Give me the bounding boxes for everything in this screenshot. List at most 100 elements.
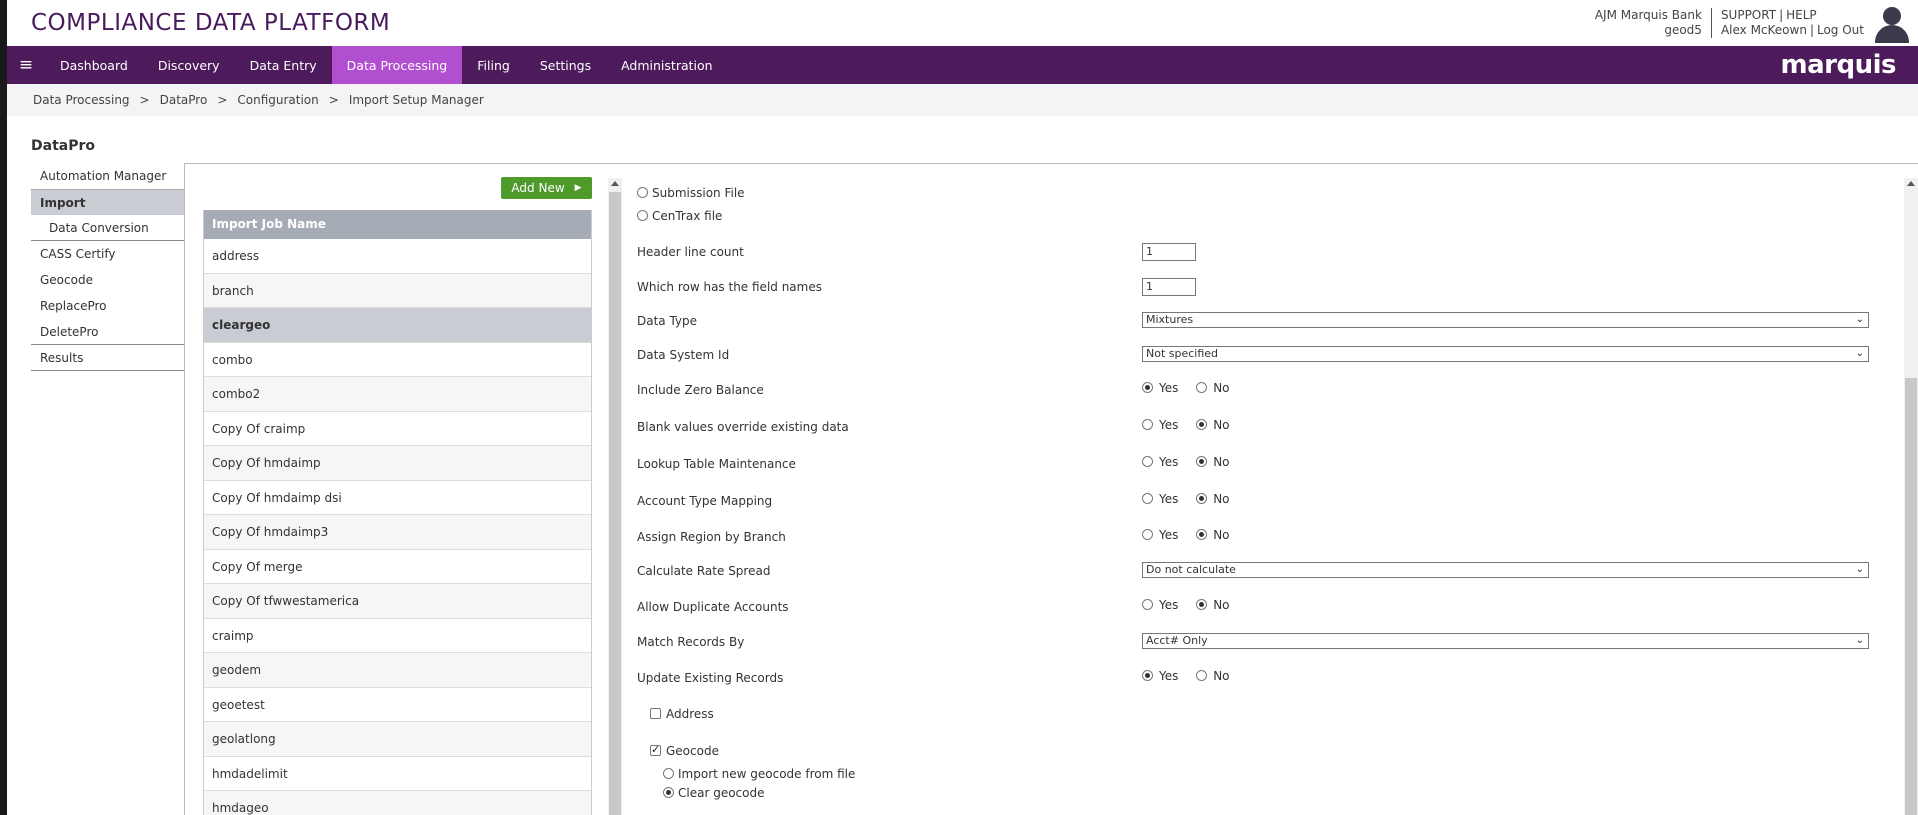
side-item-data-conversion[interactable]: Data Conversion — [31, 215, 184, 241]
data-type-select[interactable]: Mixtures ⌄ — [1142, 312, 1869, 328]
breadcrumb-datapro[interactable]: DataPro — [160, 93, 208, 107]
account-type-mapping-yes-radio[interactable] — [1142, 493, 1153, 504]
account-type-mapping-row: Account Type Mapping Yes No — [637, 492, 1230, 508]
account-type-mapping-no-radio[interactable] — [1196, 493, 1208, 504]
nav-settings[interactable]: Settings — [525, 46, 606, 84]
match-records-select[interactable]: Acct# Only ⌄ — [1142, 633, 1869, 649]
side-item-cass-certify[interactable]: CASS Certify — [31, 241, 184, 267]
allow-duplicates-yes-radio[interactable] — [1142, 599, 1153, 610]
blank-override-row: Blank values override existing data Yes … — [637, 418, 1230, 434]
submission-file-option[interactable]: Submission File — [637, 186, 745, 200]
job-row-geodem[interactable]: geodem — [204, 653, 591, 688]
blank-override-yes-radio[interactable] — [1142, 419, 1153, 430]
geocode-import-option[interactable]: Import new geocode from file — [663, 767, 855, 781]
address-checkbox[interactable] — [650, 708, 661, 719]
side-item-results[interactable]: Results — [31, 345, 184, 371]
brand-title: COMPLIANCE DATA PLATFORM — [31, 10, 391, 36]
job-row-geoetest[interactable]: geoetest — [204, 688, 591, 722]
bank-info: AJM Marquis Bank geod5 — [1595, 8, 1712, 38]
lookup-table-yes-radio[interactable] — [1142, 456, 1153, 467]
job-row-address[interactable]: address — [204, 239, 591, 274]
centrax-file-radio[interactable] — [637, 210, 648, 221]
right-panel-scrollbar[interactable] — [1904, 178, 1918, 815]
allow-duplicates-no-radio[interactable] — [1196, 599, 1208, 610]
nav-filing[interactable]: Filing — [462, 46, 525, 84]
geocode-clear-option[interactable]: Clear geocode — [663, 786, 764, 800]
breadcrumb-import-setup-manager: Import Setup Manager — [348, 93, 484, 107]
data-system-id-select[interactable]: Not specified ⌄ — [1142, 346, 1869, 362]
job-row-craimp[interactable]: craimp — [204, 619, 591, 653]
lookup-table-row: Lookup Table Maintenance Yes No — [637, 455, 1230, 471]
chevron-down-icon: ⌄ — [1855, 635, 1864, 646]
address-option[interactable]: Address — [650, 707, 714, 721]
help-link[interactable]: HELP — [1786, 8, 1817, 22]
nav-administration[interactable]: Administration — [606, 46, 727, 84]
blank-override-no-radio[interactable] — [1196, 419, 1208, 430]
include-zero-balance-yes-radio[interactable] — [1142, 382, 1153, 393]
page-title: DataPro — [31, 138, 95, 154]
caret-right-icon: ▶ — [574, 183, 582, 193]
job-row-combo[interactable]: combo — [204, 343, 591, 377]
header-line-count-input[interactable]: 1 — [1142, 243, 1196, 261]
breadcrumb-configuration[interactable]: Configuration — [237, 93, 318, 107]
nav-data-entry[interactable]: Data Entry — [235, 46, 332, 84]
job-row-hmdageo[interactable]: hmdageo — [204, 791, 591, 815]
geocode-import-radio[interactable] — [663, 768, 674, 779]
job-row-cleargeo[interactable]: cleargeo — [204, 308, 591, 343]
job-row-copy-of-hmdaimp-dsi[interactable]: Copy Of hmdaimp dsi — [204, 481, 591, 515]
side-item-import[interactable]: Import — [31, 189, 184, 215]
lookup-table-no-radio[interactable] — [1196, 456, 1208, 467]
field-names-row: Which row has the field names 1 — [637, 278, 1867, 298]
scroll-up-arrow-icon[interactable] — [1907, 181, 1915, 186]
job-row-combo2[interactable]: combo2 — [204, 377, 591, 412]
add-new-button[interactable]: Add New ▶ — [501, 177, 592, 199]
hamburger-menu-icon[interactable]: ≡ — [7, 46, 45, 84]
nav-discovery[interactable]: Discovery — [143, 46, 235, 84]
geocode-clear-radio[interactable] — [663, 787, 674, 798]
rate-spread-row: Calculate Rate Spread Do not calculate ⌄ — [637, 562, 1869, 582]
scrollbar-thumb[interactable] — [609, 192, 621, 815]
job-row-copy-of-hmdaimp[interactable]: Copy Of hmdaimp — [204, 446, 591, 481]
breadcrumb-data-processing[interactable]: Data Processing — [33, 93, 130, 107]
side-item-deletepro[interactable]: DeletePro — [31, 319, 184, 345]
user-avatar-icon[interactable] — [1872, 6, 1912, 43]
job-row-copy-of-hmdaimp3[interactable]: Copy Of hmdaimp3 — [204, 515, 591, 550]
geocode-checkbox[interactable] — [650, 743, 661, 756]
side-item-replacepro[interactable]: ReplacePro — [31, 293, 184, 319]
side-item-automation-manager[interactable]: Automation Manager — [31, 163, 184, 189]
submission-file-radio[interactable] — [637, 187, 648, 198]
assign-region-row: Assign Region by Branch Yes No — [637, 528, 1230, 544]
marquis-logo[interactable]: marquis — [1781, 50, 1897, 80]
geocode-option[interactable]: Geocode — [650, 743, 719, 758]
field-names-row-input[interactable]: 1 — [1142, 278, 1196, 296]
nav-data-processing[interactable]: Data Processing — [331, 46, 463, 84]
job-row-copy-of-craimp[interactable]: Copy Of craimp — [204, 412, 591, 446]
import-job-list: Import Job Name address branch cleargeo … — [203, 210, 592, 815]
include-zero-balance-no-radio[interactable] — [1196, 382, 1208, 393]
job-list-header[interactable]: Import Job Name — [204, 210, 591, 239]
header-line-count-row: Header line count 1 — [637, 243, 1867, 263]
job-row-hmdadelimit[interactable]: hmdadelimit — [204, 757, 591, 791]
job-row-copy-of-merge[interactable]: Copy Of merge — [204, 550, 591, 584]
centrax-file-option[interactable]: CenTrax file — [637, 209, 722, 223]
assign-region-no-radio[interactable] — [1196, 529, 1208, 540]
user-name[interactable]: Alex McKeown — [1721, 23, 1807, 37]
chevron-down-icon: ⌄ — [1855, 314, 1864, 325]
left-panel-scrollbar[interactable] — [608, 178, 622, 815]
rate-spread-select[interactable]: Do not calculate ⌄ — [1142, 562, 1869, 578]
side-item-geocode[interactable]: Geocode — [31, 267, 184, 293]
scrollbar-thumb[interactable] — [1905, 378, 1917, 815]
job-row-geolatlong[interactable]: geolatlong — [204, 722, 591, 757]
nav-dashboard[interactable]: Dashboard — [45, 46, 143, 84]
assign-region-yes-radio[interactable] — [1142, 529, 1153, 540]
update-existing-yes-radio[interactable] — [1142, 670, 1153, 681]
chevron-down-icon: ⌄ — [1855, 564, 1864, 575]
logout-link[interactable]: Log Out — [1817, 23, 1864, 37]
update-existing-no-radio[interactable] — [1196, 670, 1208, 681]
job-row-branch[interactable]: branch — [204, 273, 591, 308]
add-new-label: Add New — [511, 181, 565, 195]
job-row-copy-of-tfwwestamerica[interactable]: Copy Of tfwwestamerica — [204, 584, 591, 619]
support-link[interactable]: SUPPORT — [1721, 8, 1776, 22]
scroll-up-arrow-icon[interactable] — [611, 181, 619, 186]
chevron-down-icon: ⌄ — [1855, 348, 1864, 359]
